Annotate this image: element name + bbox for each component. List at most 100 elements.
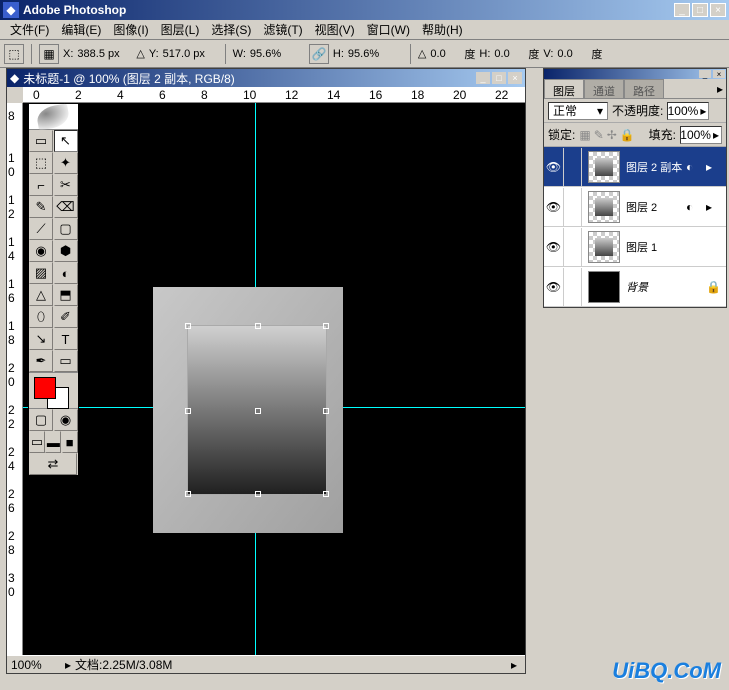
chevron-right-icon[interactable]: ▸ [706, 160, 722, 174]
layer-name[interactable]: 背景 [626, 279, 706, 295]
layer-fx-icon[interactable]: ◐ [686, 160, 702, 174]
tool-eraser[interactable]: ◉ [29, 240, 53, 262]
menu-help[interactable]: 帮助(H) [416, 19, 469, 40]
zoom-level[interactable]: 100% [11, 658, 61, 672]
transform-handle[interactable] [323, 323, 329, 329]
link-column[interactable] [564, 188, 582, 226]
lock-all-icon[interactable]: 🔒 [620, 128, 635, 142]
tab-layers[interactable]: 图层 [544, 79, 584, 98]
doc-close-button[interactable]: × [508, 72, 522, 84]
link-icon[interactable]: 🔗 [309, 44, 329, 64]
close-button[interactable]: × [710, 3, 726, 17]
layer-fx-icon[interactable]: ◐ [686, 200, 702, 214]
panel-minimize-button[interactable]: _ [699, 70, 711, 78]
tab-paths[interactable]: 路径 [624, 79, 664, 98]
layer-item[interactable]: 👁 背景 🔒 [544, 267, 726, 307]
ruler-vertical[interactable]: 8 1 0 1 2 1 4 1 6 1 8 2 0 2 2 2 4 2 6 2 … [7, 103, 23, 655]
menu-file[interactable]: 文件(F) [4, 19, 55, 40]
tool-path[interactable]: △ [29, 284, 53, 306]
ruler-horizontal[interactable]: 0 2 4 6 8 10 12 14 16 18 20 22 [23, 87, 525, 103]
visibility-icon[interactable]: 👁 [544, 268, 564, 306]
visibility-icon[interactable]: 👁 [544, 228, 564, 266]
mode-standard[interactable]: ▢ [29, 409, 53, 431]
layer-thumbnail[interactable] [588, 151, 620, 183]
tool-notes[interactable]: ↘ [29, 328, 53, 350]
foreground-color[interactable] [34, 377, 56, 399]
tool-history[interactable]: ▢ [54, 218, 78, 240]
layer-item[interactable]: 👁 图层 2 副本 ◐ ▸ [544, 147, 726, 187]
tool-dodge[interactable]: ◐ [54, 262, 78, 284]
mode-quickmask[interactable]: ◉ [54, 409, 78, 431]
tool-heal[interactable]: ✎ [29, 196, 53, 218]
angle-value[interactable]: 0.0 [430, 48, 460, 60]
maximize-button[interactable]: □ [692, 3, 708, 17]
transform-handle[interactable] [323, 408, 329, 414]
tool-preset-icon[interactable]: ⬚ [4, 44, 24, 64]
menu-layer[interactable]: 图层(L) [155, 19, 206, 40]
opacity-input[interactable]: 100%▸ [667, 102, 709, 120]
panel-titlebar[interactable]: _ × [544, 69, 726, 79]
screen-standard[interactable]: ▭ [29, 431, 45, 453]
chevron-right-icon[interactable]: ▸ [706, 200, 722, 214]
h-value[interactable]: 95.6% [348, 48, 403, 60]
tool-wand[interactable]: ✦ [54, 152, 78, 174]
fill-input[interactable]: 100%▸ [680, 126, 722, 144]
tool-shape[interactable]: ✐ [54, 306, 78, 328]
transform-handle[interactable] [185, 408, 191, 414]
menu-edit[interactable]: 编辑(E) [55, 19, 107, 40]
panel-menu-icon[interactable]: ▸ [714, 79, 726, 98]
status-arrow-icon[interactable]: ▸ [65, 658, 71, 672]
tool-pen[interactable]: ⬯ [29, 306, 53, 328]
toolbox[interactable]: ▭ ↖ ⬚ ✦ ⌐ ✂ ✎ ⌫ ⟋ ▢ ◉ ⬢ ▨ ◐ △ ⬒ ⬯ ✐ ↘ T … [28, 103, 79, 476]
document-titlebar[interactable]: ◆ 未标题-1 @ 100% (图层 2 副本, RGB/8) _ □ × [7, 69, 525, 87]
transform-handle[interactable] [255, 491, 261, 497]
tool-slice[interactable]: ✂ [54, 174, 78, 196]
transform-handle[interactable] [185, 491, 191, 497]
layer-item[interactable]: 👁 图层 1 [544, 227, 726, 267]
tool-zoom[interactable]: ▭ [54, 350, 78, 372]
menu-select[interactable]: 选择(S) [205, 19, 257, 40]
triangle-icon[interactable]: △ [136, 47, 144, 60]
layer-name[interactable]: 图层 1 [626, 239, 726, 255]
lock-transparency-icon[interactable]: ▦ [579, 128, 590, 142]
link-column[interactable] [564, 148, 582, 186]
hskew-value[interactable]: 0.0 [494, 48, 524, 60]
menu-image[interactable]: 图像(I) [107, 19, 154, 40]
tool-lasso[interactable]: ⬚ [29, 152, 53, 174]
layer-name[interactable]: 图层 2 副本 [626, 159, 686, 175]
tool-gradient[interactable]: ⬢ [54, 240, 78, 262]
toolbox-header[interactable] [29, 104, 78, 130]
doc-minimize-button[interactable]: _ [476, 72, 490, 84]
transform-selection[interactable] [187, 325, 327, 495]
screen-full[interactable]: ■ [62, 431, 78, 453]
menu-view[interactable]: 视图(V) [309, 19, 361, 40]
canvas-area[interactable] [23, 103, 525, 655]
link-column[interactable] [564, 268, 582, 306]
tool-move[interactable]: ↖ [54, 130, 78, 152]
tab-channels[interactable]: 通道 [584, 79, 624, 98]
transform-handle[interactable] [255, 408, 261, 414]
tool-marquee[interactable]: ▭ [29, 130, 53, 152]
layer-thumbnail[interactable] [588, 231, 620, 263]
menu-window[interactable]: 窗口(W) [361, 19, 416, 40]
layer-thumbnail[interactable] [588, 191, 620, 223]
vskew-value[interactable]: 0.0 [557, 48, 587, 60]
jump-to-button[interactable]: ⇄ [29, 453, 77, 475]
link-column[interactable] [564, 228, 582, 266]
lock-paint-icon[interactable]: ✎ [594, 128, 604, 142]
tool-crop[interactable]: ⌐ [29, 174, 53, 196]
transform-handle[interactable] [323, 491, 329, 497]
tool-stamp[interactable]: ⟋ [29, 218, 53, 240]
blend-mode-select[interactable]: 正常▾ [548, 102, 608, 120]
visibility-icon[interactable]: 👁 [544, 148, 564, 186]
tool-hand[interactable]: ✒ [29, 350, 53, 372]
layer-name[interactable]: 图层 2 [626, 199, 686, 215]
layer-item[interactable]: 👁 图层 2 ◐ ▸ [544, 187, 726, 227]
minimize-button[interactable]: _ [674, 3, 690, 17]
transform-handle[interactable] [255, 323, 261, 329]
tool-brush[interactable]: ⌫ [54, 196, 78, 218]
lock-position-icon[interactable]: ✢ [607, 128, 617, 142]
status-menu-icon[interactable]: ▸ [511, 658, 517, 672]
tool-blur[interactable]: ▨ [29, 262, 53, 284]
panel-close-button[interactable]: × [713, 70, 725, 78]
